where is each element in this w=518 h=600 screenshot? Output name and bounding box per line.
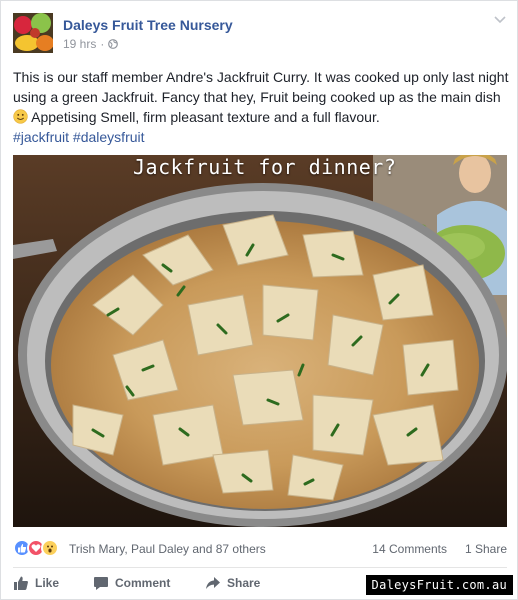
post-photo[interactable]: Jackfruit for dinner?	[13, 155, 507, 527]
watermark: DaleysFruit.com.au	[365, 575, 513, 595]
reactors-link[interactable]: Trish Mary, Paul Daley and 87 others	[69, 542, 266, 556]
share-button[interactable]: Share	[205, 575, 260, 591]
post-timestamp[interactable]: 19 hrs	[63, 37, 96, 51]
post-text-part1: This is our staff member Andre's Jackfru…	[13, 69, 509, 105]
wow-reaction-icon	[41, 539, 59, 557]
smiley-emoji-icon	[13, 109, 28, 124]
reaction-icons[interactable]	[13, 539, 59, 557]
chevron-down-icon[interactable]	[493, 15, 507, 25]
like-label: Like	[35, 576, 60, 590]
facebook-post-card: Daleys Fruit Tree Nursery 19 hrs · This …	[0, 0, 518, 600]
actions-divider	[13, 567, 507, 568]
comments-count-link[interactable]: 14 Comments	[372, 542, 447, 556]
page-avatar[interactable]	[13, 13, 53, 53]
hashtag-link[interactable]: #jackfruit	[13, 129, 69, 145]
shares-count-link[interactable]: 1 Share	[465, 542, 507, 556]
post-text: This is our staff member Andre's Jackfru…	[13, 67, 509, 147]
comment-label: Comment	[115, 576, 171, 590]
globe-icon	[108, 39, 119, 49]
comment-button[interactable]: Comment	[93, 575, 170, 591]
share-label: Share	[227, 576, 261, 590]
post-meta: 19 hrs ·	[63, 37, 119, 51]
meta-separator: ·	[100, 37, 105, 51]
like-button[interactable]: Like	[13, 575, 59, 591]
post-header: Daleys Fruit Tree Nursery 19 hrs ·	[13, 13, 507, 55]
hashtag-link[interactable]: #daleysfruit	[73, 129, 145, 145]
photo-caption: Jackfruit for dinner?	[133, 155, 397, 179]
post-text-part2: Appetising Smell, firm pleasant texture …	[28, 109, 380, 125]
share-arrow-icon	[206, 577, 220, 589]
reactions-bar: Trish Mary, Paul Daley and 87 others 14 …	[13, 539, 507, 559]
thumbs-up-icon	[14, 576, 28, 590]
comment-icon	[94, 577, 108, 590]
page-name-link[interactable]: Daleys Fruit Tree Nursery	[63, 17, 233, 33]
